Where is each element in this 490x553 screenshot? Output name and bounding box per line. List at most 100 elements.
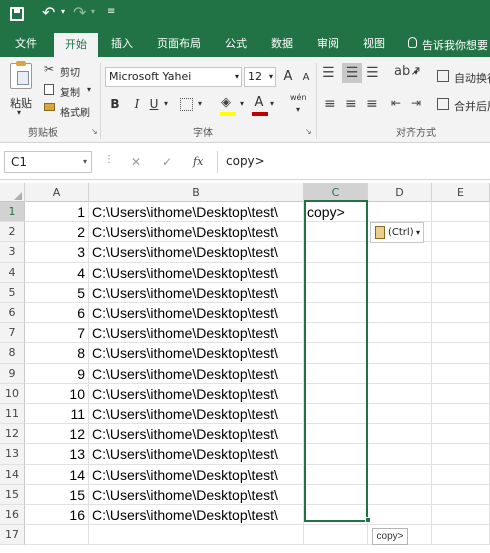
- row-header[interactable]: 4: [0, 262, 25, 283]
- cell-e[interactable]: [432, 323, 490, 344]
- cell-d[interactable]: [368, 282, 432, 303]
- tab-data[interactable]: 数据: [264, 30, 300, 57]
- row-header[interactable]: 9: [0, 363, 25, 384]
- tab-view[interactable]: 视图: [356, 30, 392, 57]
- cell-e[interactable]: [432, 262, 490, 283]
- tab-file[interactable]: 文件: [4, 30, 48, 57]
- cell-b[interactable]: C:\Users\ithome\Desktop\test\: [89, 383, 304, 404]
- tab-formulas[interactable]: 公式: [218, 30, 254, 57]
- customize-icon[interactable]: ≡: [107, 6, 115, 17]
- cell-a[interactable]: 15: [25, 484, 89, 505]
- align-bottom-icon[interactable]: ☰: [366, 65, 379, 81]
- cell-e[interactable]: [432, 303, 490, 324]
- dropdown-arrow-icon[interactable]: ▾: [414, 68, 418, 77]
- insert-function-icon[interactable]: fx: [193, 155, 203, 168]
- copy-button[interactable]: 复制: [60, 84, 80, 99]
- cell-e[interactable]: [432, 343, 490, 364]
- merge-center-button[interactable]: 合并后居: [454, 98, 490, 114]
- cell-d[interactable]: [368, 404, 432, 425]
- cell-d[interactable]: [368, 343, 432, 364]
- cell-b[interactable]: C:\Users\ithome\Desktop\test\: [89, 202, 304, 223]
- cell-b[interactable]: C:\Users\ithome\Desktop\test\: [89, 363, 304, 384]
- row-header[interactable]: 7: [0, 323, 25, 344]
- cell-e[interactable]: [432, 242, 490, 263]
- cell-a[interactable]: 16: [25, 505, 89, 526]
- cell-d[interactable]: [368, 383, 432, 404]
- phonetic-button[interactable]: wén: [290, 93, 307, 102]
- increase-indent-icon[interactable]: ⇥: [411, 96, 421, 110]
- cell-b[interactable]: C:\Users\ithome\Desktop\test\: [89, 242, 304, 263]
- cell-a[interactable]: 4: [25, 262, 89, 283]
- tab-page-layout[interactable]: 页面布局: [150, 30, 208, 57]
- cell-a[interactable]: 14: [25, 464, 89, 485]
- column-header-a[interactable]: A: [25, 183, 89, 202]
- cell-e[interactable]: [432, 404, 490, 425]
- cell-b[interactable]: C:\Users\ithome\Desktop\test\: [89, 464, 304, 485]
- cell-b[interactable]: C:\Users\ithome\Desktop\test\: [89, 444, 304, 465]
- paste-options-button[interactable]: (Ctrl) ▾: [370, 222, 424, 243]
- decrease-indent-icon[interactable]: ⇤: [391, 96, 401, 110]
- dropdown-arrow-icon[interactable]: ▾: [91, 7, 95, 16]
- cell-e[interactable]: [432, 444, 490, 465]
- row-header[interactable]: 6: [0, 303, 25, 324]
- cell-d[interactable]: [368, 444, 432, 465]
- tell-me-box[interactable]: 告诉我你想要: [422, 37, 488, 53]
- row-header[interactable]: 16: [0, 505, 25, 526]
- cell-d[interactable]: [368, 262, 432, 283]
- cell-d[interactable]: [368, 505, 432, 526]
- paste-icon[interactable]: [10, 61, 32, 89]
- cell-b[interactable]: C:\Users\ithome\Desktop\test\: [89, 424, 304, 445]
- italic-button[interactable]: I: [128, 95, 146, 113]
- fill-color-icon[interactable]: ◈: [221, 95, 231, 110]
- row-header[interactable]: 8: [0, 343, 25, 364]
- cancel-icon[interactable]: ✕: [131, 155, 141, 169]
- tab-home[interactable]: 开始: [54, 33, 98, 57]
- cell-d[interactable]: [368, 424, 432, 445]
- font-size-combo[interactable]: 12 ▾: [244, 67, 276, 87]
- bold-button[interactable]: B: [106, 95, 124, 113]
- select-all-corner[interactable]: [0, 183, 25, 202]
- cell-a[interactable]: 10: [25, 383, 89, 404]
- cell-d[interactable]: [368, 484, 432, 505]
- cell-e[interactable]: [432, 525, 490, 546]
- align-center-icon[interactable]: ≡: [345, 96, 357, 112]
- cell-b[interactable]: C:\Users\ithome\Desktop\test\: [89, 222, 304, 243]
- cell-e[interactable]: [432, 282, 490, 303]
- cell-d[interactable]: [368, 323, 432, 344]
- cell-e[interactable]: [432, 464, 490, 485]
- cell-c[interactable]: [304, 525, 368, 546]
- cell-b[interactable]: C:\Users\ithome\Desktop\test\: [89, 282, 304, 303]
- cell-a[interactable]: 13: [25, 444, 89, 465]
- cell-a[interactable]: [25, 525, 89, 546]
- column-header-b[interactable]: B: [89, 183, 304, 202]
- formula-input[interactable]: copy>: [217, 151, 490, 173]
- cell-b[interactable]: [89, 525, 304, 546]
- resize-handle-icon[interactable]: ⋮: [104, 154, 114, 165]
- cell-e[interactable]: [432, 424, 490, 445]
- dropdown-arrow-icon[interactable]: ▾: [270, 99, 274, 108]
- cell-a[interactable]: 2: [25, 222, 89, 243]
- cell-e[interactable]: [432, 222, 490, 243]
- column-header-d[interactable]: D: [368, 183, 432, 202]
- cell-a[interactable]: 11: [25, 404, 89, 425]
- font-color-button[interactable]: A: [250, 94, 268, 112]
- cell-a[interactable]: 3: [25, 242, 89, 263]
- tab-review[interactable]: 审阅: [310, 30, 346, 57]
- cell-b[interactable]: C:\Users\ithome\Desktop\test\: [89, 343, 304, 364]
- enter-icon[interactable]: ✓: [162, 155, 172, 169]
- row-header[interactable]: 10: [0, 383, 25, 404]
- row-header[interactable]: 17: [0, 525, 25, 546]
- column-header-e[interactable]: E: [432, 183, 490, 202]
- cell-d[interactable]: [368, 363, 432, 384]
- row-header[interactable]: 15: [0, 484, 25, 505]
- cell-d[interactable]: [368, 242, 432, 263]
- cell-a[interactable]: 1: [25, 202, 89, 223]
- cell-a[interactable]: 5: [25, 282, 89, 303]
- borders-icon[interactable]: [180, 98, 193, 111]
- row-header[interactable]: 12: [0, 424, 25, 445]
- cell-b[interactable]: C:\Users\ithome\Desktop\test\: [89, 262, 304, 283]
- cell-a[interactable]: 7: [25, 323, 89, 344]
- cell-b[interactable]: C:\Users\ithome\Desktop\test\: [89, 303, 304, 324]
- dialog-launcher-icon[interactable]: ↘: [91, 127, 98, 136]
- dropdown-arrow-icon[interactable]: ▾: [296, 105, 300, 114]
